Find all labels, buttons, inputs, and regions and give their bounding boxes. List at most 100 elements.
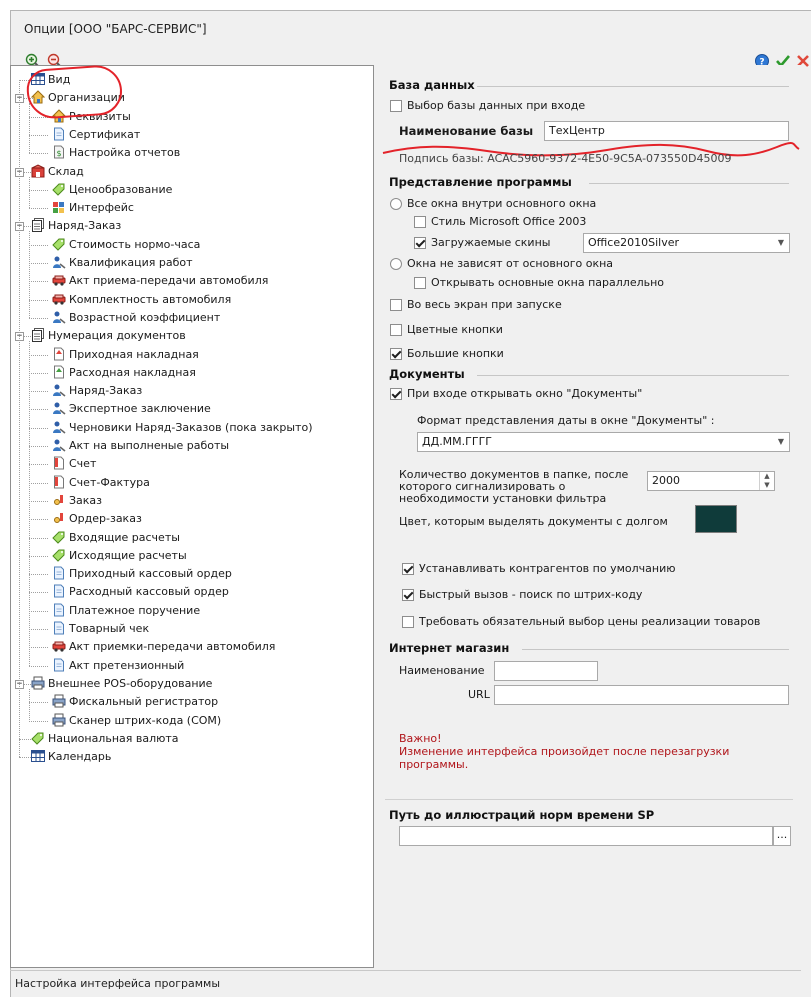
sp-path-input[interactable] [399, 826, 773, 846]
open-documents-label: При входе открывать окно "Документы" [407, 387, 643, 400]
tree-guide-line [29, 103, 30, 154]
tree-connector [29, 189, 48, 191]
quick-barcode-checkbox[interactable] [402, 589, 414, 601]
office-style-checkbox[interactable] [414, 216, 426, 228]
tree-item[interactable]: Заказ [52, 492, 102, 510]
tree-item-label: Товарный чек [69, 622, 150, 635]
doc-count-value: 2000 [652, 474, 680, 487]
tree-item[interactable]: Наряд-Заказ [52, 382, 142, 400]
sp-browse-button[interactable]: ... [773, 826, 791, 846]
tree-item-label: Возрастной коэффициент [69, 310, 221, 324]
tree-guide-line [29, 688, 30, 721]
set-contractors-checkbox[interactable] [402, 563, 414, 575]
documents-section-divider [477, 375, 789, 376]
tree-item[interactable]: Приходная накладная [52, 346, 199, 364]
tree-connector [29, 372, 48, 374]
worker-icon [52, 401, 66, 416]
tree-connector [29, 592, 48, 594]
tree-item[interactable]: Комплектность автомобиля [52, 291, 231, 309]
tree-item-label: Стоимость нормо-часа [69, 237, 201, 251]
tree-item[interactable]: Ценообразование [52, 181, 172, 199]
colored-buttons-checkbox[interactable] [390, 324, 402, 336]
tree-item[interactable]: Интерфейс [52, 199, 134, 217]
tree-item[interactable]: Счет [52, 455, 96, 473]
documents-icon [31, 218, 45, 233]
tree-item[interactable]: Квалификация работ [52, 254, 193, 272]
tree-item[interactable]: Акт приемки-передачи автомобиля [52, 638, 275, 656]
settings-panel: База данных Выбор базы данных при входе … [377, 65, 801, 968]
tree-item[interactable]: Расходная накладная [52, 364, 196, 382]
printer-icon [52, 713, 66, 727]
printer-icon [31, 676, 45, 690]
tree-item[interactable]: Наряд-Заказ [31, 217, 121, 235]
skin-select[interactable]: Office2010Silver ▼ [583, 233, 790, 253]
choose-db-label: Выбор базы данных при входе [407, 99, 586, 112]
tree-item[interactable]: Нумерация документов [31, 327, 186, 345]
inside-main-radio[interactable] [390, 198, 402, 210]
tree-item[interactable]: Сканер штрих-кода (COM) [52, 712, 221, 730]
tree-item[interactable]: Внешнее POS-оборудование [31, 675, 212, 693]
independent-radio[interactable] [390, 258, 402, 270]
tree-item[interactable]: Исходящие расчеты [52, 547, 187, 565]
doc-count-input[interactable]: 2000 ▲ ▼ [647, 471, 775, 491]
order-icon [52, 511, 66, 525]
tree-item[interactable]: Сертификат [52, 126, 140, 144]
options-tree[interactable]: Вид Организации − Реквизиты Сертификат $ Настр… [10, 65, 374, 968]
warehouse-icon [31, 163, 45, 178]
tree-item[interactable]: Национальная валюта [31, 730, 179, 748]
tree-connector [29, 647, 48, 649]
big-buttons-checkbox[interactable] [390, 348, 402, 360]
require-price-checkbox[interactable] [402, 616, 414, 628]
require-price-label: Требовать обязательный выбор цены реализ… [419, 615, 761, 628]
tree-item[interactable]: Календарь [31, 748, 111, 766]
tree-item[interactable]: Товарный чек [52, 620, 149, 638]
shop-name-input[interactable] [494, 661, 598, 681]
parallel-checkbox[interactable] [414, 277, 426, 289]
tree-connector [29, 446, 48, 447]
loaded-skins-checkbox[interactable] [414, 237, 426, 249]
tree-item[interactable]: Экспертное заключение [52, 400, 211, 418]
shop-name-label: Наименование [399, 664, 485, 677]
interface-icon [52, 200, 66, 214]
tree-item[interactable]: $ Настройка отчетов [52, 144, 180, 162]
fullscreen-checkbox[interactable] [390, 299, 402, 311]
tree-item[interactable]: Приходный кассовый ордер [52, 565, 232, 583]
tree-guide-line [29, 341, 30, 666]
title-bar: Опции [ООО "БАРС-СЕРВИС"] [11, 11, 811, 49]
tree-item[interactable]: Платежное поручение [52, 602, 200, 620]
tree-item[interactable]: Акт приема-передачи автомобиля [52, 272, 268, 290]
tree-item[interactable]: Расходный кассовый ордер [52, 583, 229, 601]
debt-color-swatch[interactable] [695, 505, 737, 533]
tree-item[interactable]: Входящие расчеты [52, 529, 180, 547]
tag-icon [52, 530, 66, 544]
tree-item[interactable]: Возрастной коэффициент [52, 309, 220, 327]
inside-main-label: Все окна внутри основного окна [407, 197, 597, 210]
report-icon: $ [52, 145, 66, 159]
tree-item[interactable]: Счет-Фактура [52, 474, 150, 492]
status-bar: Настройка интерфейса программы [10, 970, 801, 997]
documents-icon [31, 328, 45, 343]
tree-item[interactable]: Черновики Наряд-Заказов (пока закрыто) [52, 419, 312, 437]
printer-icon [52, 694, 66, 708]
tree-connector [29, 519, 48, 521]
open-documents-checkbox[interactable] [390, 388, 402, 400]
status-text: Настройка интерфейса программы [15, 977, 221, 990]
tree-item[interactable]: Акт на выполненые работы [52, 437, 229, 455]
tree-item[interactable]: Склад [31, 163, 84, 181]
tree-item[interactable]: Стоимость нормо-часа [52, 236, 200, 254]
choose-db-checkbox[interactable] [390, 100, 402, 112]
date-format-select[interactable]: ДД.ММ.ГГГГ ▼ [417, 432, 790, 452]
tree-item[interactable]: Ордер-заказ [52, 510, 142, 528]
tag-icon [31, 731, 45, 745]
tree-guide-line [19, 80, 20, 758]
document-icon [52, 621, 66, 635]
fullscreen-label: Во весь экран при запуске [407, 298, 562, 311]
tree-item[interactable]: Фискальный регистратор [52, 693, 218, 711]
tree-item-label: Комплектность автомобиля [69, 292, 232, 306]
tree-item[interactable]: Акт претензионный [52, 657, 184, 675]
db-name-label: Наименование базы [399, 124, 534, 138]
set-contractors-label: Устанавливать контрагентов по умолчанию [419, 562, 676, 575]
spin-arrows-icon[interactable]: ▲ ▼ [759, 472, 774, 490]
shop-url-input[interactable] [494, 685, 789, 705]
tree-connector [29, 500, 48, 502]
